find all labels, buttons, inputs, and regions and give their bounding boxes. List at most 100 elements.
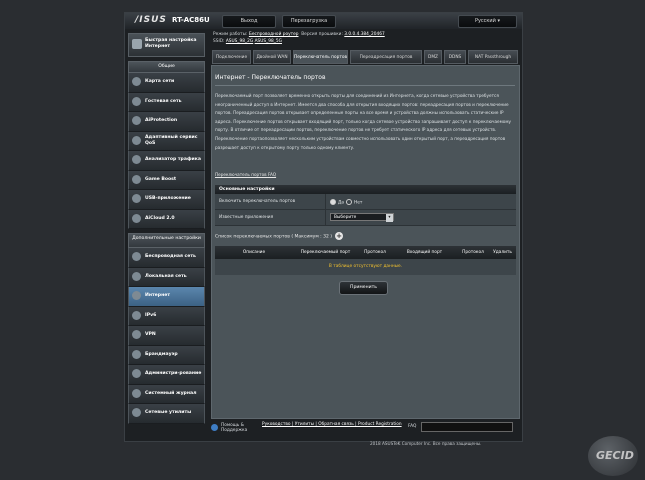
sidebar-item-label: IPv6 (145, 312, 157, 318)
known-apps-select[interactable]: Выберите ▾ (330, 213, 394, 222)
group-general: Общие (128, 61, 205, 73)
firmware-value[interactable]: 3.0.0.4.384_20467 (344, 32, 384, 37)
radio-selected-icon (330, 199, 336, 205)
known-apps-label: Известные приложения (219, 215, 274, 220)
ssid-2g: ASUS_98_2G (225, 39, 254, 44)
firmware-label: Версия прошивки: (301, 32, 343, 37)
sidebar-item-game-boost[interactable]: Game Boost (128, 170, 205, 190)
wizard-icon (132, 39, 142, 49)
radio-no[interactable]: Нет (346, 199, 362, 206)
tab-port-trigger[interactable]: Переключатель портов (293, 50, 348, 64)
sidebar-item-network-map[interactable]: Карта сети (128, 73, 205, 93)
table-row: Включить переключатель портов Да Нет (215, 194, 516, 210)
tab-connection[interactable]: Подключение (212, 50, 251, 64)
radio-yes-label: Да (338, 200, 344, 206)
sidebar-item-label: AiCloud 2.0 (145, 215, 175, 221)
select-value: Выберите (334, 215, 357, 220)
sidebar-item-traffic-analyzer[interactable]: Анализатор трафика (128, 151, 205, 171)
usb-icon (132, 194, 141, 203)
sidebar-item-ipv6[interactable]: IPv6 (128, 306, 205, 326)
sidebar-item-label: Сетевые утилиты (145, 410, 192, 416)
sidebar-item-label: Анализатор трафика (145, 157, 201, 163)
add-icon[interactable]: + (335, 232, 344, 240)
quick-setup-button[interactable]: Быстрая настройка Интернет (128, 33, 205, 57)
sidebar-item-internet[interactable]: Интернет (128, 287, 205, 307)
known-apps-cell: Выберите ▾ (325, 210, 516, 225)
sidebar-item-label: Системный журнал (145, 390, 197, 396)
basic-settings-table: Основные настройки Включить переключател… (215, 185, 516, 226)
port-list-title: Список переключаемых портов ( Максимум :… (215, 232, 344, 243)
sidebar-item-vpn[interactable]: VPN (128, 326, 205, 346)
page-title: Интернет - Переключатель портов (215, 74, 326, 81)
firewall-icon (132, 349, 141, 359)
main-content: Интернет - Переключатель портов Переключ… (211, 65, 520, 419)
tab-nat-passthrough[interactable]: NAT Passthrough (468, 50, 518, 64)
radio-no-label: Нет (354, 200, 363, 206)
radio-unselected-icon (346, 199, 352, 205)
gear-icon (132, 369, 141, 378)
footer-links[interactable]: Руководство | Утилиты | Обратная связь |… (262, 422, 402, 427)
basic-settings-header: Основные настройки (215, 185, 516, 194)
sidebar-item-lan[interactable]: Локальная сеть (128, 267, 205, 287)
chevron-down-icon: ▾ (386, 214, 393, 222)
group-advanced: Дополнительные настройки (128, 233, 205, 248)
quick-setup-label: Быстрая настройка Интернет (145, 38, 197, 49)
sidebar-item-network-tools[interactable]: Сетевые утилиты (128, 404, 205, 424)
sidebar-item-label: Беспроводная сеть (145, 254, 196, 260)
logout-button[interactable]: Выход (222, 15, 276, 28)
globe-icon (132, 291, 141, 300)
top-bar: /ISUS RT-AC86U Выход Перезагрузка Русски… (125, 13, 522, 29)
sidebar-item-label: Game Boost (145, 176, 177, 182)
tab-dual-wan[interactable]: Двойной WAN (253, 50, 291, 64)
status-bar: Режим работы: Беспроводной роутер Версия… (213, 31, 519, 47)
network-map-icon (132, 77, 141, 86)
sidebar-item-system-log[interactable]: Системный журнал (128, 384, 205, 404)
sidebar-item-label: Адаптивный сервис QoS (145, 135, 198, 146)
tab-dmz[interactable]: DMZ (424, 50, 442, 64)
page-description: Переключаемый порт позволяет временно от… (215, 93, 511, 150)
sidebar-item-firewall[interactable]: Брандмауэр (128, 345, 205, 365)
language-label: Русский (474, 18, 496, 24)
column-header: Входящий порт (406, 250, 443, 255)
mode-value[interactable]: Беспроводной роутер (249, 32, 299, 37)
chevron-down-icon: ▾ (497, 18, 501, 24)
sidebar-item-label: Карта сети (145, 79, 175, 85)
sidebar-item-label: Гостевая сеть (145, 98, 182, 104)
sidebar-item-guest-network[interactable]: Гостевая сеть (128, 92, 205, 112)
table-row: Известные приложения Выберите ▾ (215, 210, 516, 226)
divider (215, 85, 515, 86)
footer-links-label: Руководство | Утилиты | Обратная связь |… (262, 422, 402, 427)
gecid-watermark-logo: GECID (588, 436, 638, 476)
help-icon (211, 424, 218, 431)
sidebar-item-usb-app[interactable]: USB-приложение (128, 190, 205, 210)
column-header: Переключаемый порт (300, 250, 351, 255)
reboot-button[interactable]: Перезагрузка (282, 15, 336, 28)
tab-ddns[interactable]: DDNS (444, 50, 466, 64)
faq-search-input[interactable] (421, 422, 513, 432)
port-list-header: Описание Переключаемый порт Протокол Вхо… (215, 246, 516, 259)
sidebar-item-wireless[interactable]: Беспроводная сеть (128, 248, 205, 268)
ipv6-icon (132, 310, 141, 320)
sidebar-item-aicloud[interactable]: AiCloud 2.0 (128, 209, 205, 229)
radio-yes[interactable]: Да (330, 199, 344, 206)
column-header: Удалить (493, 250, 512, 255)
sidebar-item-label: USB-приложение (145, 196, 191, 202)
copyright: 2018 ASUSTeK Computer Inc. Все права защ… (370, 441, 482, 446)
sidebar-item-label: Брандмауэр (145, 351, 178, 357)
ssid-label: SSID: (213, 39, 225, 44)
language-select[interactable]: Русский ▾ (458, 15, 517, 28)
tab-bar: Подключение Двойной WAN Переключатель по… (212, 50, 518, 64)
apply-button[interactable]: Применить (339, 281, 388, 295)
mode-label: Режим работы: (213, 32, 248, 37)
column-header: Описание (242, 250, 266, 255)
help-label: Помощь & Поддержка (221, 423, 248, 433)
port-trigger-list: Описание Переключаемый порт Протокол Вхо… (215, 246, 516, 275)
sidebar-item-qos[interactable]: Адаптивный сервис QoS (128, 131, 205, 151)
tab-port-forwarding[interactable]: Переадресация портов (350, 50, 422, 64)
sidebar-item-administration[interactable]: Администри-рование (128, 365, 205, 385)
shield-icon (132, 116, 141, 125)
sidebar-item-aiprotection[interactable]: AiProtection (128, 112, 205, 132)
help-support[interactable]: Помощь & Поддержка (211, 422, 255, 434)
faq-link[interactable]: Переключатель портов FAQ (215, 172, 276, 177)
traffic-analyzer-icon (132, 155, 141, 164)
